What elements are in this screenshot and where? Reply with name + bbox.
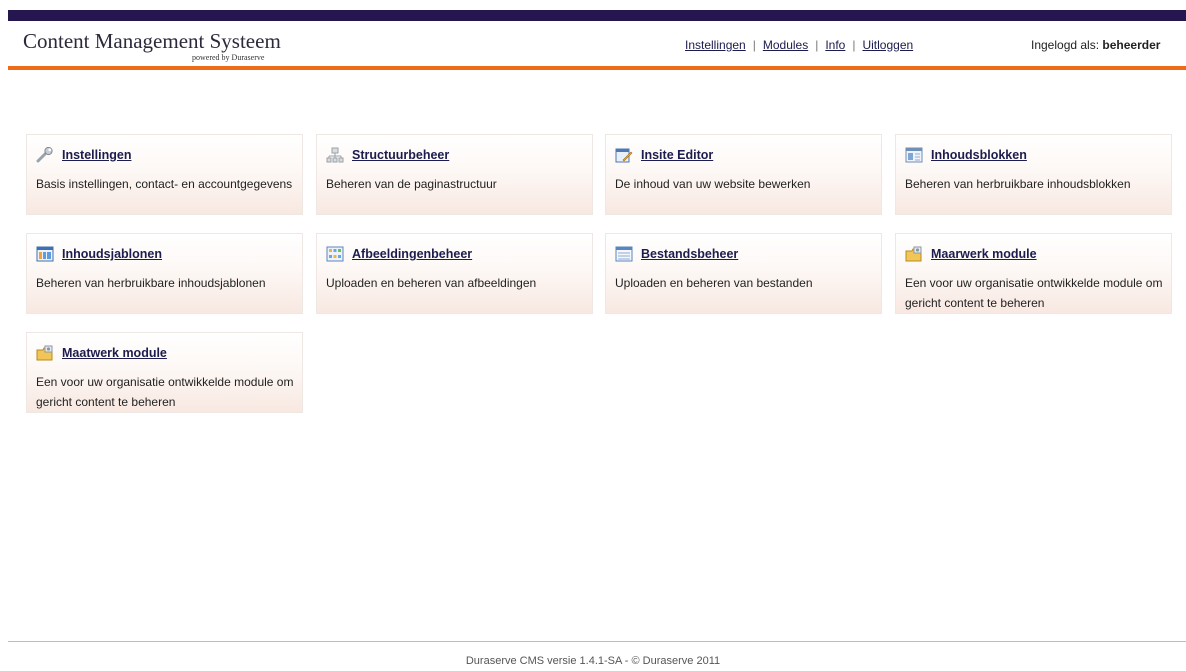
nav-link-instellingen[interactable]: Instellingen bbox=[685, 38, 746, 52]
module-title[interactable]: Inhoudsjablonen bbox=[62, 247, 162, 261]
edit-page-icon bbox=[615, 147, 633, 163]
wrench-icon bbox=[36, 147, 54, 163]
module-description: Uploaden en beheren van afbeeldingen bbox=[326, 276, 537, 290]
file-list-icon bbox=[615, 246, 633, 262]
module-title[interactable]: Maarwerk module bbox=[931, 247, 1037, 261]
module-title[interactable]: Inhoudsblokken bbox=[931, 148, 1027, 162]
nav-link-info[interactable]: Info bbox=[825, 38, 845, 52]
custom-module-icon bbox=[36, 345, 54, 361]
module-title[interactable]: Insite Editor bbox=[641, 148, 713, 162]
module-tile-bestandsbeheer[interactable]: Bestandsbeheer Uploaden en beheren van b… bbox=[605, 233, 882, 314]
nav-separator: | bbox=[852, 38, 856, 52]
module-title[interactable]: Bestandsbeheer bbox=[641, 247, 738, 261]
module-description: Beheren van herbruikbare inhoudsblokken bbox=[905, 177, 1131, 191]
image-gallery-icon bbox=[326, 246, 344, 262]
custom-module-icon bbox=[905, 246, 923, 262]
sitemap-icon bbox=[326, 147, 344, 163]
logo-title: Content Management Systeem bbox=[23, 29, 281, 53]
footer-divider bbox=[8, 641, 1186, 642]
template-icon bbox=[36, 246, 54, 262]
module-tile-instellingen[interactable]: Instellingen Basis instellingen, contact… bbox=[26, 134, 303, 215]
top-bar bbox=[8, 10, 1186, 21]
login-user: beheerder bbox=[1102, 38, 1161, 52]
login-label: Ingelogd als: bbox=[1031, 38, 1100, 52]
module-tile-structuurbeheer[interactable]: Structuurbeheer Beheren van de paginastr… bbox=[316, 134, 593, 215]
module-description: Uploaden en beheren van bestanden bbox=[615, 276, 813, 290]
module-description: Een voor uw organisatie ontwikkelde modu… bbox=[36, 375, 294, 409]
module-title[interactable]: Afbeeldingenbeheer bbox=[352, 247, 472, 261]
nav-separator: | bbox=[815, 38, 819, 52]
nav-separator: | bbox=[752, 38, 756, 52]
logo-subtitle: powered by Duraserve bbox=[192, 53, 265, 62]
module-description: De inhoud van uw website bewerken bbox=[615, 177, 811, 191]
content-block-icon bbox=[905, 147, 923, 163]
module-title[interactable]: Structuurbeheer bbox=[352, 148, 449, 162]
module-tile-insite-editor[interactable]: Insite Editor De inhoud van uw website b… bbox=[605, 134, 882, 215]
top-navigation: Instellingen | Modules | Info | Uitloggen bbox=[685, 38, 913, 52]
module-tile-maatwerk-module[interactable]: Maatwerk module Een voor uw organisatie … bbox=[26, 332, 303, 413]
footer-text: Duraserve CMS versie 1.4.1-SA - © Durase… bbox=[465, 655, 721, 667]
header-accent-line bbox=[8, 66, 1186, 70]
module-tile-inhoudsjablonen[interactable]: Inhoudsjablonen Beheren van herbruikbare… bbox=[26, 233, 303, 314]
module-description: Beheren van de paginastructuur bbox=[326, 177, 497, 191]
module-title[interactable]: Instellingen bbox=[62, 148, 131, 162]
module-tile-maarwerk-module[interactable]: Maarwerk module Een voor uw organisatie … bbox=[895, 233, 1172, 314]
nav-link-uitloggen[interactable]: Uitloggen bbox=[862, 38, 913, 52]
module-tile-afbeeldingenbeheer[interactable]: Afbeeldingenbeheer Uploaden en beheren v… bbox=[316, 233, 593, 314]
login-status: Ingelogd als: beheerder bbox=[1031, 38, 1160, 52]
module-title[interactable]: Maatwerk module bbox=[62, 346, 167, 360]
module-tile-inhoudsblokken[interactable]: Inhoudsblokken Beheren van herbruikbare … bbox=[895, 134, 1172, 215]
nav-link-modules[interactable]: Modules bbox=[763, 38, 808, 52]
module-description: Beheren van herbruikbare inhoudsjablonen bbox=[36, 276, 266, 290]
module-description: Een voor uw organisatie ontwikkelde modu… bbox=[905, 276, 1163, 310]
module-description: Basis instellingen, contact- en accountg… bbox=[36, 177, 293, 191]
